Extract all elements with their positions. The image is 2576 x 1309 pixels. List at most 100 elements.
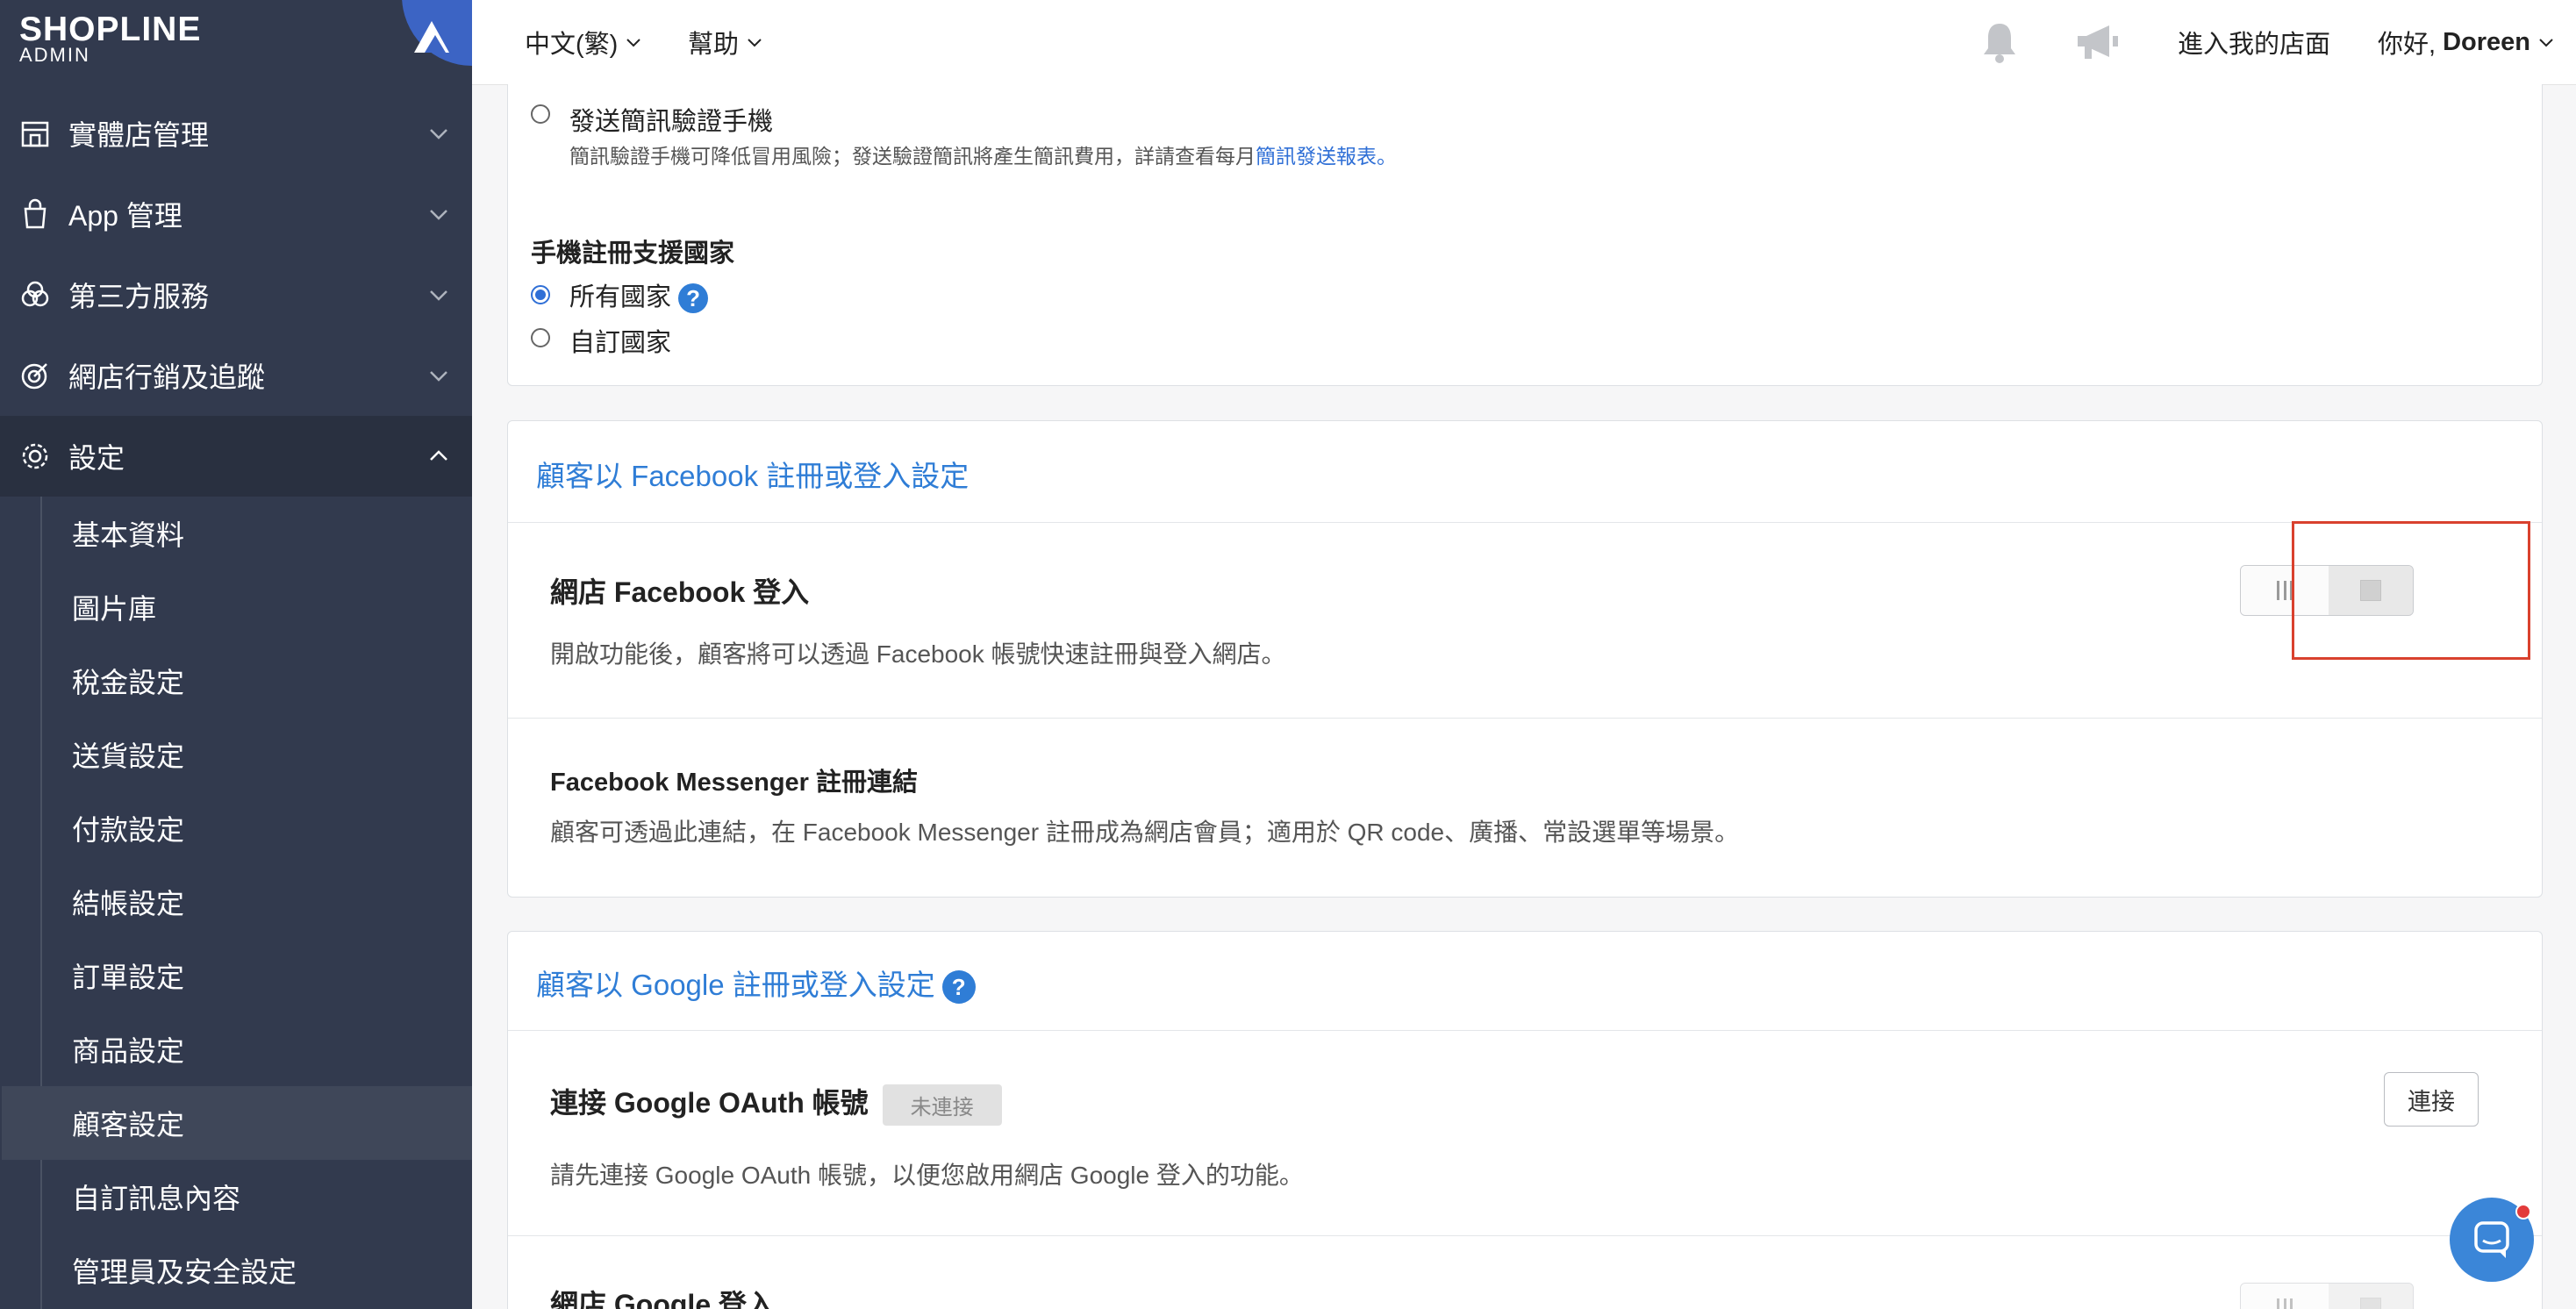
sms-report-link[interactable]: 簡訊發送報表。 — [1256, 145, 1397, 168]
submenu-item-customer[interactable]: 顧客設定 — [2, 1086, 472, 1160]
language-selector[interactable]: 中文(繁) — [525, 0, 642, 84]
toggle-off-indicator — [2329, 1284, 2413, 1309]
sms-verify-desc-text: 簡訊驗證手機可降低冒用風險；發送驗證簡訊將產生簡訊費用，詳請查看每月 — [569, 145, 1256, 168]
submenu-item-label: 付款設定 — [72, 814, 185, 846]
gear-icon — [22, 443, 48, 469]
facebook-login-desc: 開啟功能後，顧客將可以透過 Facebook 帳號快速註冊與登入網店。 — [550, 640, 1286, 668]
sidebar-item-label: 第三方服務 — [68, 281, 210, 312]
sidebar-item-third-party[interactable]: 第三方服務 — [0, 254, 472, 335]
submenu-item-label: 商品設定 — [72, 1035, 185, 1067]
announcements-button[interactable] — [2074, 0, 2122, 84]
facebook-login-title: 網店 Facebook 登入 — [550, 576, 810, 608]
sidebar-item-store[interactable]: 實體店管理 — [0, 93, 472, 174]
sidebar: SHOPLINE ADMIN 實體店管理 App 管理 第三方服務 網店行銷及追… — [0, 0, 472, 1309]
user-menu[interactable]: 你好, Doreen — [2378, 0, 2555, 84]
grip-icon — [2277, 581, 2293, 600]
logo-subtext: ADMIN — [19, 44, 90, 66]
sidebar-item-label: 實體店管理 — [68, 119, 210, 151]
all-countries-radio[interactable] — [531, 285, 550, 304]
chevron-down-icon — [2539, 39, 2553, 47]
google-section-title: 顧客以 Google 註冊或登入設定? — [536, 962, 976, 1005]
chevron-down-icon — [430, 371, 447, 382]
submenu-item-label: 送貨設定 — [72, 740, 185, 772]
submenu-item-label: 結帳設定 — [72, 888, 185, 919]
notifications-button[interactable] — [1979, 0, 2020, 84]
google-oauth-title: 連接 Google OAuth 帳號 未連接 — [550, 1081, 1002, 1127]
google-login-panel: 顧客以 Google 註冊或登入設定? 連接 Google OAuth 帳號 未連… — [507, 931, 2543, 1309]
language-label: 中文(繁) — [525, 31, 619, 59]
sidebar-item-label: 網店行銷及追蹤 — [68, 361, 266, 393]
status-badge: 未連接 — [882, 1084, 1002, 1127]
submenu-item-delivery[interactable]: 送貨設定 — [42, 718, 472, 791]
messenger-link-desc: 顧客可透過此連結，在 Facebook Messenger 註冊成為網店會員；適… — [550, 819, 1740, 846]
chevron-down-icon — [430, 290, 447, 301]
custom-countries-radio[interactable] — [531, 328, 550, 347]
sms-verification-panel: 發送簡訊驗證手機 簡訊驗證手機可降低冒用風險；發送驗證簡訊將產生簡訊費用，詳請查… — [507, 84, 2543, 386]
chevron-down-icon — [748, 39, 762, 47]
enter-store-link[interactable]: 進入我的店面 — [2178, 0, 2330, 84]
google-section-title-text: 顧客以 Google 註冊或登入設定 — [536, 969, 935, 1001]
target-icon — [21, 363, 47, 390]
submenu-item-custom-messages[interactable]: 自訂訊息內容 — [42, 1160, 472, 1234]
phone-countries-title: 手機註冊支援國家 — [531, 240, 735, 268]
sidebar-item-label: 設定 — [68, 442, 125, 474]
sms-verify-desc: 簡訊驗證手機可降低冒用風險；發送驗證簡訊將產生簡訊費用，詳請查看每月簡訊發送報表… — [569, 139, 1397, 169]
divider — [508, 1235, 2542, 1236]
submenu-item-label: 圖片庫 — [72, 593, 157, 625]
chevron-down-icon — [430, 210, 447, 220]
user-name: Doreen — [2443, 27, 2530, 56]
help-menu[interactable]: 幫助 — [688, 0, 763, 84]
settings-submenu: 基本資料 圖片庫 稅金設定 送貨設定 付款設定 結帳設定 訂單設定 商品設定 顧… — [2, 497, 472, 1309]
top-bar: 中文(繁) 幫助 進入我的店面 你好, Doreen — [472, 0, 2576, 85]
submenu-item-product[interactable]: 商品設定 — [42, 1012, 472, 1086]
divider — [508, 718, 2542, 719]
submenu-item-checkout[interactable]: 結帳設定 — [42, 865, 472, 939]
google-oauth-desc: 請先連接 Google OAuth 帳號，以便您啟用網店 Google 登入的功… — [550, 1162, 1304, 1189]
google-login-toggle[interactable] — [2240, 1283, 2414, 1309]
divider — [508, 1030, 2542, 1031]
unread-indicator — [2515, 1204, 2531, 1220]
all-countries-label: 所有國家 — [569, 283, 672, 311]
mountain-logo-icon — [402, 0, 472, 66]
submenu-item-tax[interactable]: 稅金設定 — [42, 644, 472, 718]
bell-icon — [1984, 24, 2015, 63]
toggle-knob — [2241, 1284, 2329, 1309]
submenu-item-order[interactable]: 訂單設定 — [42, 939, 472, 1012]
google-oauth-title-text: 連接 Google OAuth 帳號 — [550, 1087, 869, 1119]
chevron-down-icon — [626, 39, 641, 47]
chevron-down-icon — [430, 129, 447, 139]
chat-icon — [2474, 1221, 2509, 1258]
bag-icon — [24, 198, 47, 229]
submenu-item-admin-security[interactable]: 管理員及安全設定 — [42, 1234, 472, 1307]
sidebar-item-app[interactable]: App 管理 — [0, 174, 472, 254]
highlight-annotation — [2292, 521, 2530, 660]
submenu-item-media[interactable]: 圖片庫 — [42, 570, 472, 644]
submenu-item-payment[interactable]: 付款設定 — [42, 791, 472, 865]
help-icon[interactable]: ? — [941, 970, 976, 1005]
all-countries-option: 所有國家? — [569, 276, 709, 314]
megaphone-icon — [2078, 25, 2118, 59]
main-content: 發送簡訊驗證手機 簡訊驗證手機可降低冒用風險；發送驗證簡訊將產生簡訊費用，詳請查… — [472, 84, 2576, 1309]
help-icon[interactable]: ? — [678, 283, 709, 314]
submenu-item-label: 稅金設定 — [72, 667, 185, 698]
facebook-login-panel: 顧客以 Facebook 註冊或登入設定 網店 Facebook 登入 開啟功能… — [507, 420, 2543, 898]
submenu-item-label: 顧客設定 — [72, 1109, 185, 1141]
connect-button[interactable]: 連接 — [2384, 1072, 2479, 1127]
logo[interactable]: SHOPLINE ADMIN — [0, 0, 472, 84]
sidebar-item-marketing[interactable]: 網店行銷及追蹤 — [0, 335, 472, 416]
google-login-title: 網店 Google 登入 — [550, 1289, 776, 1309]
greeting-prefix: 你好, — [2378, 31, 2436, 59]
facebook-section-title: 顧客以 Facebook 註冊或登入設定 — [536, 460, 970, 492]
sidebar-item-settings[interactable]: 設定 — [0, 416, 472, 497]
sidebar-item-label: App 管理 — [68, 200, 182, 232]
submenu-item-basic-info[interactable]: 基本資料 — [42, 497, 472, 570]
submenu-item-label: 訂單設定 — [72, 962, 185, 993]
store-icon — [21, 121, 49, 147]
sms-verify-radio[interactable] — [531, 104, 550, 124]
submenu-item-label: 自訂訊息內容 — [72, 1183, 241, 1214]
submenu-item-label: 基本資料 — [72, 519, 185, 551]
grip-icon — [2277, 1298, 2293, 1309]
help-label: 幫助 — [688, 31, 740, 59]
sms-verify-label: 發送簡訊驗證手機 — [569, 108, 774, 136]
chevron-up-icon — [430, 450, 447, 461]
